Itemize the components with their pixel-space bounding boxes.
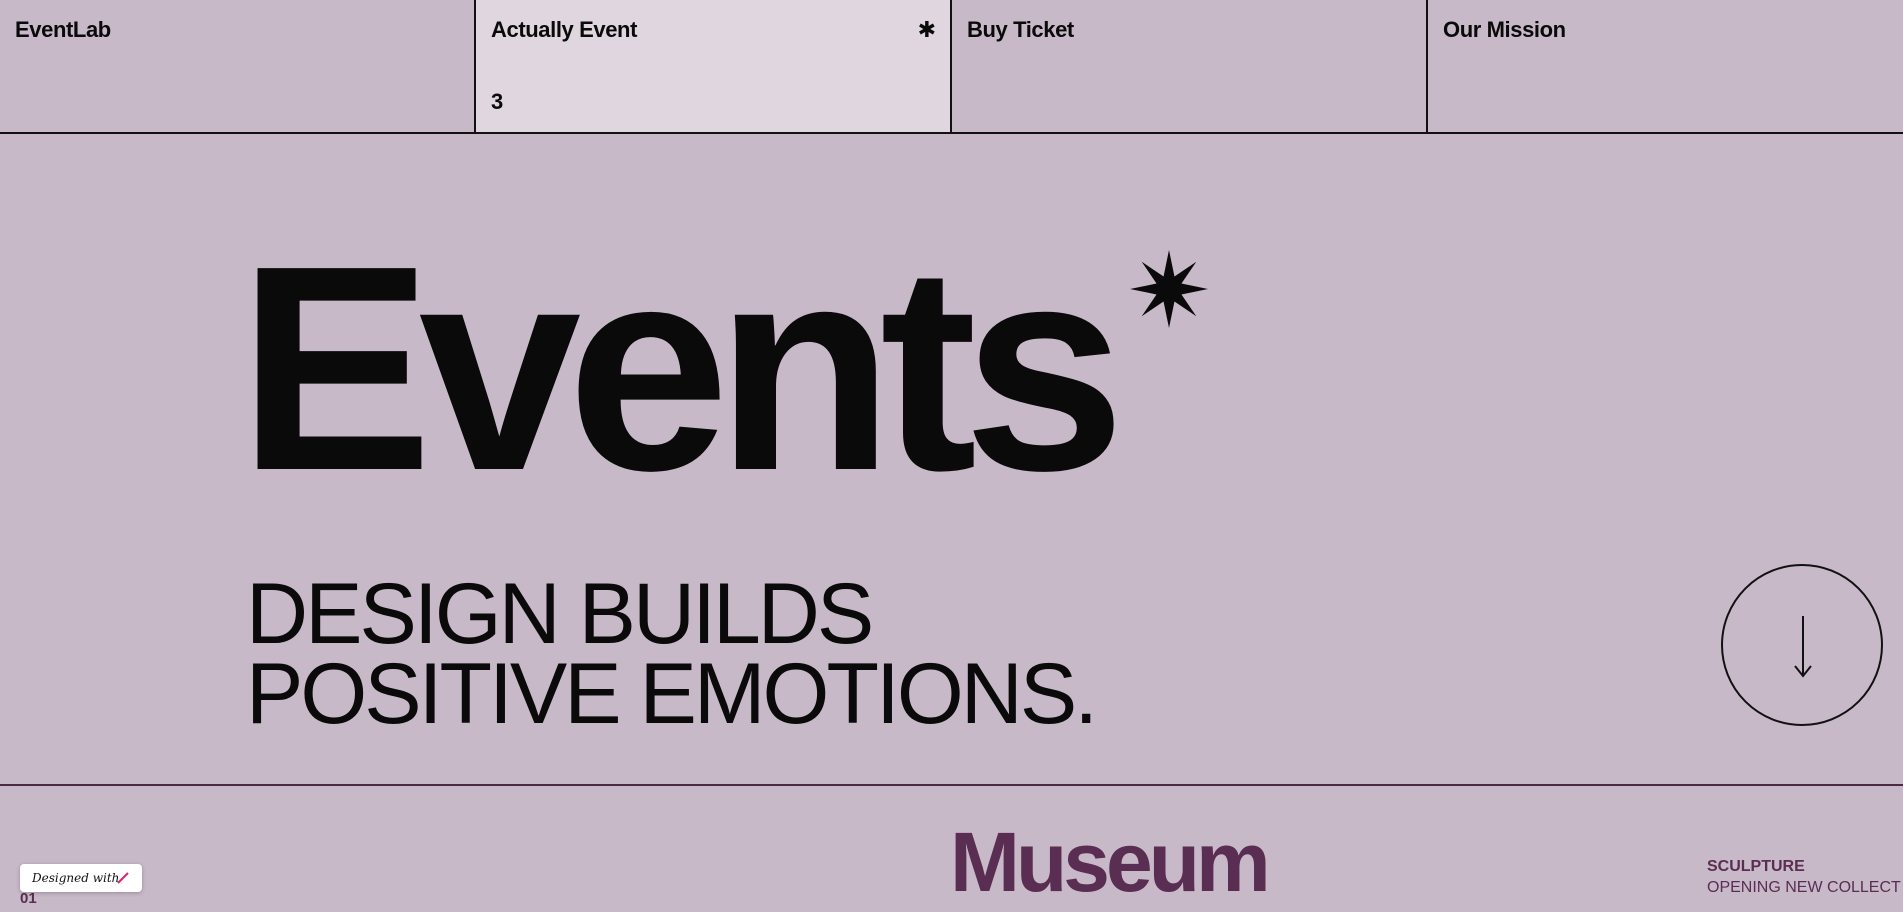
pen-icon — [117, 872, 129, 884]
hero-tagline: DESIGN BUILDS POSITIVE EMOTIONS. — [246, 566, 1098, 742]
nav-item-label: EventLab — [15, 17, 111, 42]
designed-with-badge[interactable]: Designed with — [20, 864, 142, 892]
eight-point-star-icon — [1130, 250, 1208, 328]
nav-item-buy-ticket[interactable]: Buy Ticket — [952, 0, 1428, 132]
badge-label: Designed with — [32, 871, 120, 885]
asterisk-icon: ✱ — [917, 17, 936, 42]
nav-item-actually-event[interactable]: Actually Event ✱ 3 — [476, 0, 952, 132]
nav-item-label: Actually Event — [491, 17, 638, 42]
event-index: 01 — [20, 890, 37, 907]
event-category: SCULPTURE — [1707, 858, 1805, 875]
tagline-line-1: DESIGN BUILDS — [246, 566, 874, 662]
top-nav: EventLab Actually Event ✱ 3 Buy Ticket O… — [0, 0, 1903, 134]
tagline-line-2: POSITIVE EMOTIONS. — [246, 646, 1098, 742]
event-title[interactable]: Museum — [950, 820, 1271, 904]
nav-item-our-mission[interactable]: Our Mission — [1428, 0, 1903, 132]
event-count: 3 — [491, 89, 504, 114]
hero-title: Events — [238, 205, 1126, 531]
nav-item-label: Buy Ticket — [967, 17, 1074, 42]
page: EventLab Actually Event ✱ 3 Buy Ticket O… — [0, 0, 1903, 912]
event-subtitle: OPENING NEW COLLECT — [1707, 879, 1901, 896]
nav-item-label: Our Mission — [1443, 17, 1566, 42]
nav-item-eventlab[interactable]: EventLab — [0, 0, 476, 132]
section-divider — [0, 784, 1903, 786]
arrow-down-icon — [1794, 616, 1812, 678]
scroll-down-button[interactable] — [1721, 564, 1883, 726]
